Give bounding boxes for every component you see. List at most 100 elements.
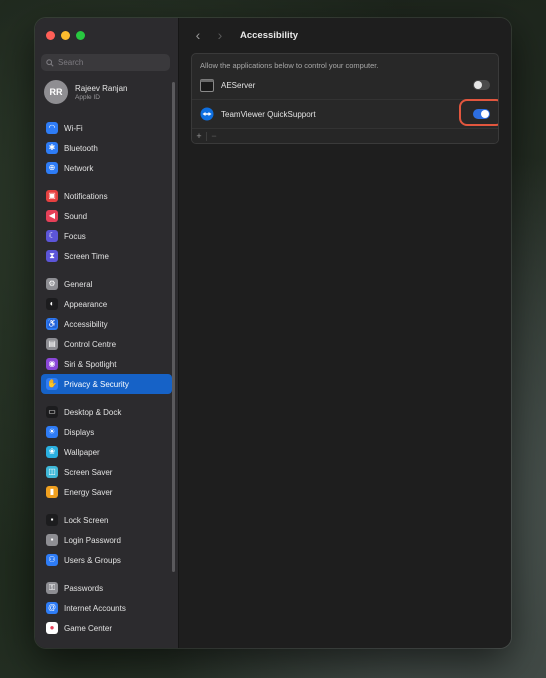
window-controls — [46, 31, 85, 40]
accessibility-icon: ♿ — [46, 318, 58, 330]
sidebar-item-screen-time[interactable]: ⧗ Screen Time — [41, 246, 172, 266]
add-button[interactable]: + — [192, 131, 206, 141]
moon-icon: ☾ — [46, 230, 58, 242]
appearance-icon: ◐ — [46, 298, 58, 310]
main-pane: ‹ › Accessibility Allow the applications… — [179, 18, 511, 648]
panel-footer: + − — [192, 128, 498, 143]
remove-button[interactable]: − — [207, 131, 221, 141]
sidebar-item-label: Login Password — [64, 535, 121, 545]
sidebar-item-passwords[interactable]: ⚿ Passwords — [41, 578, 172, 598]
bell-icon: ▣ — [46, 190, 58, 202]
sidebar-item-label: Siri & Spotlight — [64, 359, 117, 369]
sidebar-item-users-groups[interactable]: ⚇ Users & Groups — [41, 550, 172, 570]
login-lock-icon: ▪ — [46, 534, 58, 546]
sidebar-item-appearance[interactable]: ◐ Appearance — [41, 294, 172, 314]
at-icon: @ — [46, 602, 58, 614]
sidebar-item-label: Passwords — [64, 583, 104, 593]
sidebar-item-label: Wallpaper — [64, 447, 100, 457]
game-center-icon: ● — [46, 622, 58, 634]
sidebar-item-focus[interactable]: ☾ Focus — [41, 226, 172, 246]
app-row-teamviewer: TeamViewer QuickSupport — [192, 99, 498, 128]
minimize-window-button[interactable] — [61, 31, 70, 40]
battery-icon: ▮ — [46, 486, 58, 498]
zoom-window-button[interactable] — [76, 31, 85, 40]
sidebar-item-network[interactable]: ⊕ Network — [41, 158, 172, 178]
dock-icon: ▭ — [46, 406, 58, 418]
sidebar-item-label: Displays — [64, 427, 95, 437]
sidebar-item-label: General — [64, 279, 93, 289]
sidebar-item-energy-saver[interactable]: ▮ Energy Saver — [41, 482, 172, 502]
wifi-icon: ◠ — [46, 122, 58, 134]
screensaver-icon: ◫ — [46, 466, 58, 478]
sidebar-item-siri-spotlight[interactable]: ◉ Siri & Spotlight — [41, 354, 172, 374]
terminal-icon — [200, 78, 214, 92]
sidebar-item-bluetooth[interactable]: ✱ Bluetooth — [41, 138, 172, 158]
close-window-button[interactable] — [46, 31, 55, 40]
accessibility-apps-panel: Allow the applications below to control … — [191, 53, 499, 144]
sidebar-nav: ◠ Wi-Fi ✱ Bluetooth ⊕ Network ▣ Notifications ◀ S… — [41, 118, 172, 638]
sidebar-item-screen-saver[interactable]: ◫ Screen Saver — [41, 462, 172, 482]
sidebar-item-label: Notifications — [64, 191, 108, 201]
sidebar-item-label: Energy Saver — [64, 487, 113, 497]
sidebar-item-control-centre[interactable]: ▤ Control Centre — [41, 334, 172, 354]
forward-chevron-icon[interactable]: › — [212, 27, 228, 43]
siri-icon: ◉ — [46, 358, 58, 370]
bluetooth-icon: ✱ — [46, 142, 58, 154]
app-name: AEServer — [221, 80, 256, 90]
panel-description: Allow the applications below to control … — [200, 61, 379, 70]
settings-window: Search RR Rajeev Ranjan Apple ID ◠ Wi-Fi ✱… — [35, 18, 511, 648]
gear-icon: ⚙ — [46, 278, 58, 290]
user-subtitle: Apple ID — [75, 93, 100, 101]
page-title: Accessibility — [240, 29, 299, 41]
aeserver-toggle[interactable] — [473, 80, 490, 90]
sidebar-item-accessibility[interactable]: ♿ Accessibility — [41, 314, 172, 334]
sidebar-item-privacy-security[interactable]: ✋ Privacy & Security — [41, 374, 172, 394]
teamviewer-toggle[interactable] — [473, 109, 490, 119]
app-name: TeamViewer QuickSupport — [221, 109, 316, 119]
sidebar-item-label: Internet Accounts — [64, 603, 126, 613]
sidebar-item-wi-fi[interactable]: ◠ Wi-Fi — [41, 118, 172, 138]
sidebar-item-label: Network — [64, 163, 94, 173]
sidebar-item-notifications[interactable]: ▣ Notifications — [41, 186, 172, 206]
hand-icon: ✋ — [46, 378, 58, 390]
sidebar-item-label: Screen Time — [64, 251, 109, 261]
sidebar-item-label: Control Centre — [64, 339, 117, 349]
sidebar-item-general[interactable]: ⚙ General — [41, 274, 172, 294]
search-input[interactable]: Search — [41, 54, 170, 71]
hourglass-icon: ⧗ — [46, 250, 58, 262]
sidebar-item-login-password[interactable]: ▪ Login Password — [41, 530, 172, 550]
sidebar-item-label: Screen Saver — [64, 467, 113, 477]
search-placeholder: Search — [58, 58, 84, 67]
sidebar-item-lock-screen[interactable]: ▪ Lock Screen — [41, 510, 172, 530]
apple-id-account[interactable]: RR Rajeev Ranjan Apple ID — [44, 80, 127, 104]
sidebar-item-label: Sound — [64, 211, 88, 221]
wallpaper-icon: ❀ — [46, 446, 58, 458]
sidebar-item-label: Accessibility — [64, 319, 108, 329]
sidebar-scrollbar[interactable] — [172, 82, 175, 572]
sidebar-item-label: Appearance — [64, 299, 108, 309]
sidebar-item-desktop-dock[interactable]: ▭ Desktop & Dock — [41, 402, 172, 422]
sidebar: Search RR Rajeev Ranjan Apple ID ◠ Wi-Fi ✱… — [35, 18, 179, 648]
sun-icon: ☀ — [46, 426, 58, 438]
search-icon — [46, 58, 54, 67]
sidebar-item-label: Privacy & Security — [64, 379, 129, 389]
sidebar-item-wallpaper[interactable]: ❀ Wallpaper — [41, 442, 172, 462]
user-name: Rajeev Ranjan — [75, 83, 128, 93]
lock-icon: ▪ — [46, 514, 58, 526]
users-icon: ⚇ — [46, 554, 58, 566]
sidebar-item-game-center[interactable]: ● Game Center — [41, 618, 172, 638]
sidebar-item-internet-accounts[interactable]: @ Internet Accounts — [41, 598, 172, 618]
teamviewer-icon — [200, 107, 214, 121]
app-row-aeserver: AEServer — [192, 71, 498, 99]
sidebar-item-displays[interactable]: ☀ Displays — [41, 422, 172, 442]
toolbar: ‹ › Accessibility — [179, 18, 511, 52]
sidebar-item-sound[interactable]: ◀ Sound — [41, 206, 172, 226]
back-chevron-icon[interactable]: ‹ — [190, 27, 206, 43]
sidebar-item-label: Desktop & Dock — [64, 407, 122, 417]
sidebar-item-label: Users & Groups — [64, 555, 121, 565]
